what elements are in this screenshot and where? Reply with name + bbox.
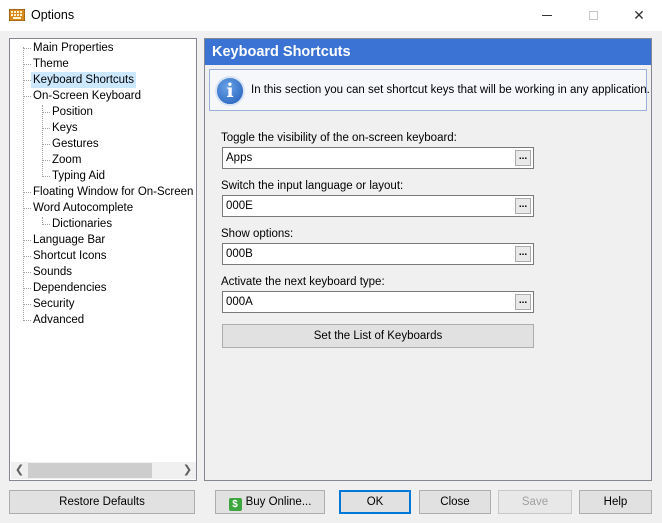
- toggle-visibility-browse-button[interactable]: ...: [515, 150, 531, 166]
- toggle-visibility-value: Apps: [226, 152, 253, 164]
- toggle-visibility-field[interactable]: Apps ...: [222, 147, 534, 169]
- scrollbar-thumb[interactable]: [28, 463, 152, 478]
- switch-language-label: Switch the input language or layout:: [221, 180, 404, 192]
- tree-item-position[interactable]: Position: [50, 104, 95, 120]
- switch-language-browse-button[interactable]: ...: [515, 198, 531, 214]
- show-options-label: Show options:: [221, 228, 294, 240]
- info-text: In this section you can set shortcut key…: [251, 84, 650, 96]
- minimize-button[interactable]: [524, 0, 570, 31]
- buy-online-button[interactable]: $ Buy Online...: [215, 490, 325, 514]
- set-keyboard-list-button[interactable]: Set the List of Keyboards: [222, 324, 534, 348]
- ok-button[interactable]: OK: [339, 490, 411, 514]
- show-options-browse-button[interactable]: ...: [515, 246, 531, 262]
- tree-item-sounds[interactable]: Sounds: [31, 264, 74, 280]
- show-options-value: 000B: [226, 248, 253, 260]
- tree-item-shortcut-icons[interactable]: Shortcut Icons: [31, 248, 109, 264]
- next-keyboard-type-field[interactable]: 000A ...: [222, 291, 534, 313]
- tree-item-main-properties[interactable]: Main Properties: [31, 40, 116, 56]
- help-button[interactable]: Help: [579, 490, 652, 514]
- panel-title: Keyboard Shortcuts: [205, 39, 651, 65]
- tree-item-keys[interactable]: Keys: [50, 120, 80, 136]
- options-tree[interactable]: Main Properties Theme Keyboard Shortcuts…: [9, 38, 197, 481]
- close-button[interactable]: Close: [419, 490, 491, 514]
- tree-item-theme[interactable]: Theme: [31, 56, 71, 72]
- scroll-left-icon[interactable]: ❮: [11, 462, 28, 479]
- restore-defaults-button[interactable]: Restore Defaults: [9, 490, 195, 514]
- show-options-field[interactable]: 000B ...: [222, 243, 534, 265]
- switch-language-field[interactable]: 000E ...: [222, 195, 534, 217]
- minimize-icon: [542, 15, 552, 16]
- switch-language-value: 000E: [226, 200, 253, 212]
- tree-item-advanced[interactable]: Advanced: [31, 312, 86, 328]
- tree-item-floating-window[interactable]: Floating Window for On-Screen Ke: [31, 184, 196, 200]
- tree-item-zoom[interactable]: Zoom: [50, 152, 83, 168]
- tree-item-dependencies[interactable]: Dependencies: [31, 280, 109, 296]
- keyboard-icon: [9, 9, 25, 21]
- horizontal-scrollbar[interactable]: ❮ ❯: [11, 462, 196, 479]
- window-title: Options: [31, 8, 75, 22]
- close-window-button[interactable]: ✕: [616, 0, 662, 31]
- tree-item-gestures[interactable]: Gestures: [50, 136, 101, 152]
- tree-item-typing-aid[interactable]: Typing Aid: [50, 168, 107, 184]
- settings-panel: Keyboard Shortcuts i In this section you…: [204, 38, 652, 481]
- scroll-right-icon[interactable]: ❯: [179, 462, 196, 479]
- tree-item-on-screen-keyboard[interactable]: On-Screen Keyboard: [31, 88, 143, 104]
- maximize-button[interactable]: [570, 0, 616, 31]
- tree-item-word-autocomplete[interactable]: Word Autocomplete: [31, 200, 135, 216]
- maximize-icon: [588, 11, 598, 20]
- next-keyboard-type-browse-button[interactable]: ...: [515, 294, 531, 310]
- info-icon: i: [215, 76, 245, 106]
- dollar-icon: $: [228, 498, 242, 511]
- toggle-visibility-label: Toggle the visibility of the on-screen k…: [221, 132, 457, 144]
- tree-item-keyboard-shortcuts[interactable]: Keyboard Shortcuts: [31, 72, 137, 88]
- save-button[interactable]: Save: [498, 490, 572, 514]
- close-icon: ✕: [633, 7, 645, 23]
- tree-item-security[interactable]: Security: [31, 296, 77, 312]
- tree-item-language-bar[interactable]: Language Bar: [31, 232, 107, 248]
- next-keyboard-type-label: Activate the next keyboard type:: [221, 276, 385, 288]
- title-bar: Options ✕: [0, 0, 662, 31]
- tree-item-dictionaries[interactable]: Dictionaries: [50, 216, 114, 232]
- buy-online-label: Buy Online...: [245, 496, 312, 508]
- next-keyboard-type-value: 000A: [226, 296, 253, 308]
- info-box: i In this section you can set shortcut k…: [209, 69, 650, 111]
